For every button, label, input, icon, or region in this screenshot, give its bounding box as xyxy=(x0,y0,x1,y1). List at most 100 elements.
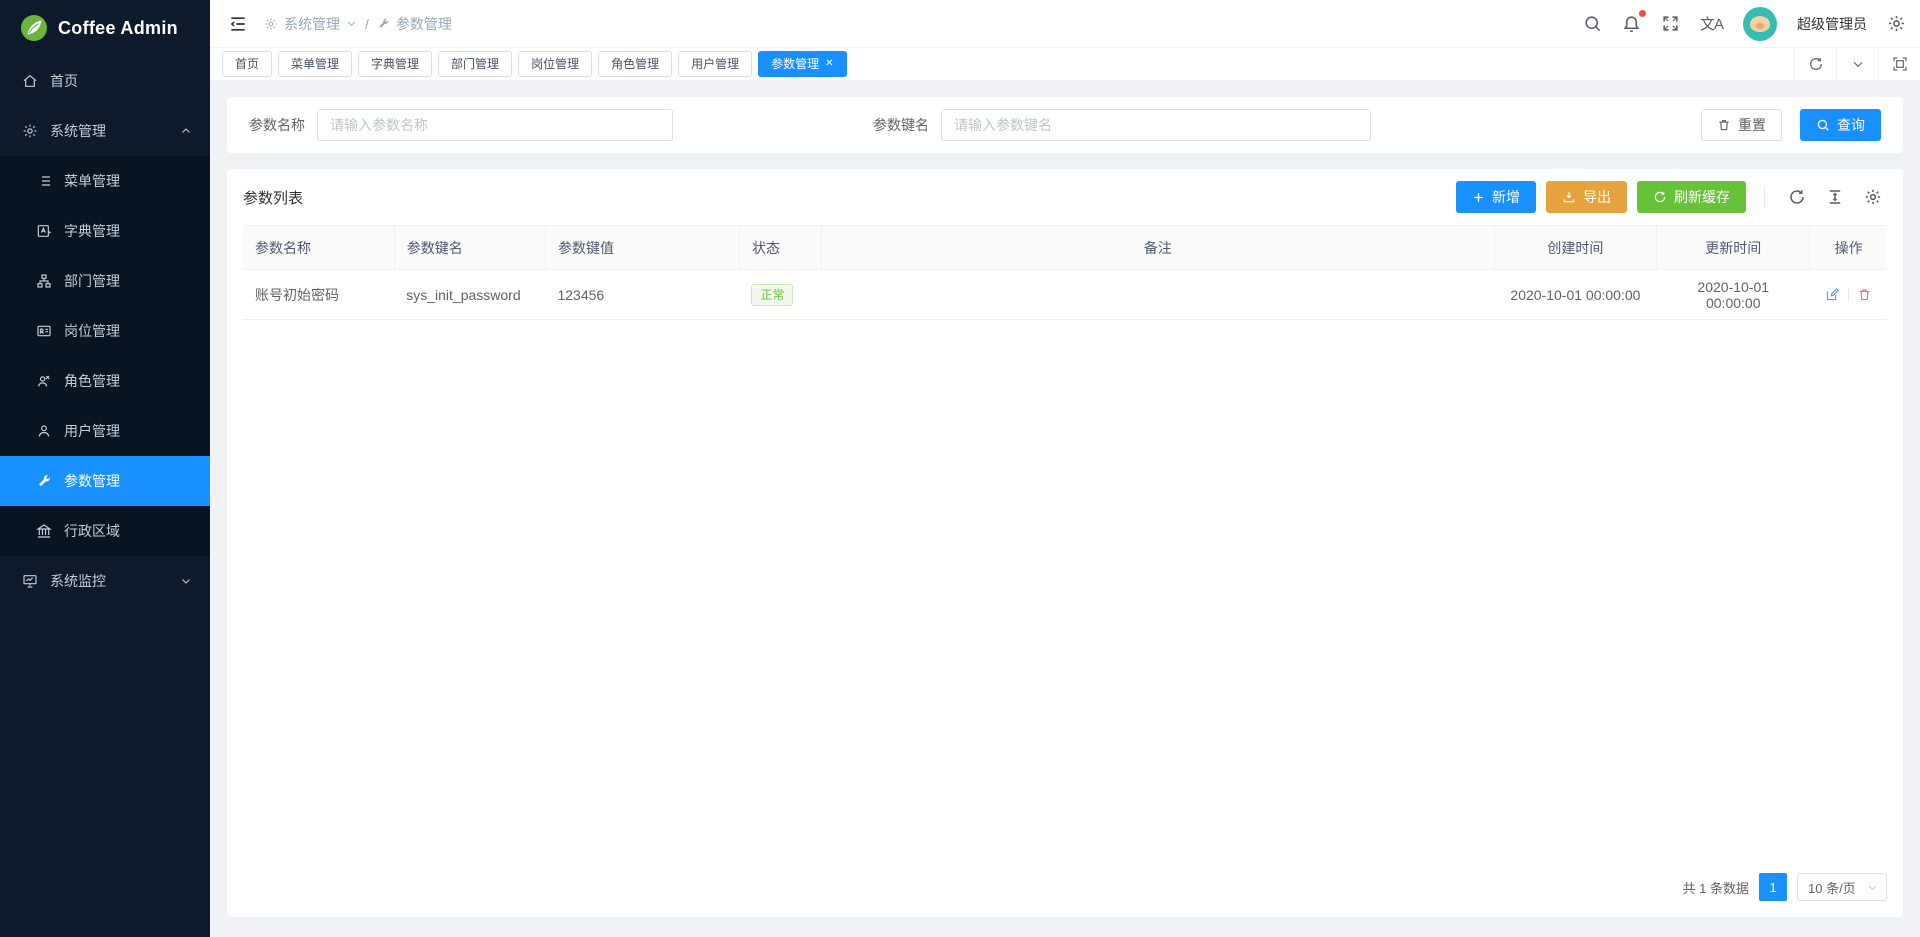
export-button[interactable]: 导出 xyxy=(1546,181,1627,213)
sidebar-item-role-management[interactable]: 角色管理 xyxy=(0,356,210,406)
translate-icon[interactable]: 文A xyxy=(1700,13,1723,34)
cell-param-value: 123456 xyxy=(545,270,739,320)
sidebar-item-dept-management[interactable]: 部门管理 xyxy=(0,256,210,306)
status-badge: 正常 xyxy=(751,284,793,306)
edit-icon[interactable] xyxy=(1825,287,1840,302)
pagination: 共 1 条数据 1 10 条/页 xyxy=(243,859,1887,917)
org-tree-icon xyxy=(36,273,52,289)
avatar-snout xyxy=(1756,23,1764,29)
refresh-table-icon[interactable] xyxy=(1788,188,1806,206)
notification-bell-icon[interactable] xyxy=(1622,14,1641,33)
tabbar: 首页 菜单管理 字典管理 部门管理 岗位管理 角色管理 用户管理 参数管理 ✕ xyxy=(210,48,1920,81)
refresh-cache-button-label: 刷新缓存 xyxy=(1674,187,1730,207)
breadcrumb-current: 参数管理 xyxy=(377,14,452,34)
tab-label: 用户管理 xyxy=(691,52,739,76)
fullscreen-icon[interactable] xyxy=(1661,14,1680,33)
tab-label: 部门管理 xyxy=(451,52,499,76)
param-name-input[interactable] xyxy=(317,109,673,141)
sidebar-item-label: 字典管理 xyxy=(64,221,120,241)
breadcrumb-separator: / xyxy=(365,16,369,32)
avatar[interactable] xyxy=(1743,7,1777,41)
sidebar-item-dict-management[interactable]: 字典管理 xyxy=(0,206,210,256)
cell-created-time: 2020-10-01 00:00:00 xyxy=(1494,270,1657,320)
close-icon[interactable]: ✕ xyxy=(825,59,833,69)
tab-label: 字典管理 xyxy=(371,52,419,76)
tab-label: 首页 xyxy=(235,52,259,76)
trash-icon xyxy=(1717,118,1731,132)
sidebar-item-label: 参数管理 xyxy=(64,471,120,491)
sidebar: Coffee Admin 首页 系统管理 菜单管理 字典管理 xyxy=(0,0,210,937)
tab-label: 岗位管理 xyxy=(531,52,579,76)
refresh-cache-button[interactable]: 刷新缓存 xyxy=(1637,181,1746,213)
app-logo[interactable]: Coffee Admin xyxy=(0,0,210,56)
sidebar-item-region[interactable]: 行政区域 xyxy=(0,506,210,556)
monitor-icon xyxy=(22,573,38,589)
pagination-page-1[interactable]: 1 xyxy=(1759,873,1787,901)
sidebar-item-label: 部门管理 xyxy=(64,271,120,291)
tab-role-management[interactable]: 角色管理 xyxy=(598,51,672,77)
sidebar-item-label: 系统监控 xyxy=(50,571,168,591)
column-settings-gear-icon[interactable] xyxy=(1864,188,1882,206)
chevron-down-icon xyxy=(346,18,357,29)
dictionary-icon xyxy=(36,223,52,239)
tab-home[interactable]: 首页 xyxy=(222,51,272,77)
param-name-label: 参数名称 xyxy=(249,115,305,135)
bank-icon xyxy=(36,523,52,539)
role-icon xyxy=(36,373,52,389)
breadcrumb-system[interactable]: 系统管理 xyxy=(264,14,357,34)
wrench-icon xyxy=(377,17,390,30)
table-toolbar: 新增 导出 刷新缓存 xyxy=(1456,181,1887,213)
sidebar-item-home[interactable]: 首页 xyxy=(0,56,210,106)
sidebar-item-user-management[interactable]: 用户管理 xyxy=(0,406,210,456)
column-header-updated: 更新时间 xyxy=(1657,226,1810,270)
sidebar-item-post-management[interactable]: 岗位管理 xyxy=(0,306,210,356)
sidebar-item-menu-management[interactable]: 菜单管理 xyxy=(0,156,210,206)
search-icon xyxy=(1816,118,1830,132)
refresh-icon xyxy=(1653,190,1667,204)
download-icon xyxy=(1562,190,1576,204)
reset-button-label: 重置 xyxy=(1738,115,1766,135)
tabbar-controls xyxy=(1794,48,1920,80)
row-density-icon[interactable] xyxy=(1826,188,1844,206)
param-key-input[interactable] xyxy=(941,109,1371,141)
tab-post-management[interactable]: 岗位管理 xyxy=(518,51,592,77)
delete-icon[interactable] xyxy=(1857,287,1872,302)
list-icon xyxy=(36,173,52,189)
sidebar-collapse-icon[interactable] xyxy=(228,14,248,34)
chevron-down-icon xyxy=(180,575,192,587)
search-button-label: 查询 xyxy=(1837,115,1865,135)
maximize-icon[interactable] xyxy=(1878,48,1920,80)
badge-icon xyxy=(36,323,52,339)
sidebar-item-param-management[interactable]: 参数管理 xyxy=(0,456,210,506)
cell-status: 正常 xyxy=(739,270,821,320)
table-header-row: 参数名称 参数键名 参数键值 状态 备注 创建时间 更新时间 操作 xyxy=(243,226,1887,270)
home-icon xyxy=(22,73,38,89)
settings-gear-icon[interactable] xyxy=(1887,14,1906,33)
main-area: 系统管理 / 参数管理 xyxy=(210,0,1920,937)
search-button[interactable]: 查询 xyxy=(1800,109,1881,141)
table-row[interactable]: 账号初始密码 sys_init_password 123456 正常 2020-… xyxy=(243,270,1887,320)
plus-icon xyxy=(1472,191,1485,204)
cell-updated-time: 2020-10-01 00:00:00 xyxy=(1657,270,1810,320)
column-header-key: 参数键名 xyxy=(394,226,545,270)
sidebar-item-system-monitor[interactable]: 系统监控 xyxy=(0,556,210,606)
notification-badge xyxy=(1639,10,1646,17)
reset-button[interactable]: 重置 xyxy=(1701,109,1782,141)
tab-param-management[interactable]: 参数管理 ✕ xyxy=(758,51,846,77)
tab-user-management[interactable]: 用户管理 xyxy=(678,51,752,77)
tab-label: 参数管理 xyxy=(771,52,819,76)
sidebar-item-system-management[interactable]: 系统管理 xyxy=(0,106,210,156)
tab-menu-management[interactable]: 菜单管理 xyxy=(278,51,352,77)
page-size-select[interactable]: 10 条/页 xyxy=(1797,873,1887,901)
chevron-down-icon[interactable] xyxy=(1836,48,1878,80)
tab-dict-management[interactable]: 字典管理 xyxy=(358,51,432,77)
column-header-actions: 操作 xyxy=(1810,226,1887,270)
refresh-icon[interactable] xyxy=(1794,48,1836,80)
username[interactable]: 超级管理员 xyxy=(1797,14,1867,34)
tab-dept-management[interactable]: 部门管理 xyxy=(438,51,512,77)
add-button[interactable]: 新增 xyxy=(1456,181,1536,213)
sidebar-item-label: 行政区域 xyxy=(64,521,120,541)
sidebar-item-label: 岗位管理 xyxy=(64,321,120,341)
column-header-remark: 备注 xyxy=(822,226,1494,270)
search-icon[interactable] xyxy=(1583,14,1602,33)
